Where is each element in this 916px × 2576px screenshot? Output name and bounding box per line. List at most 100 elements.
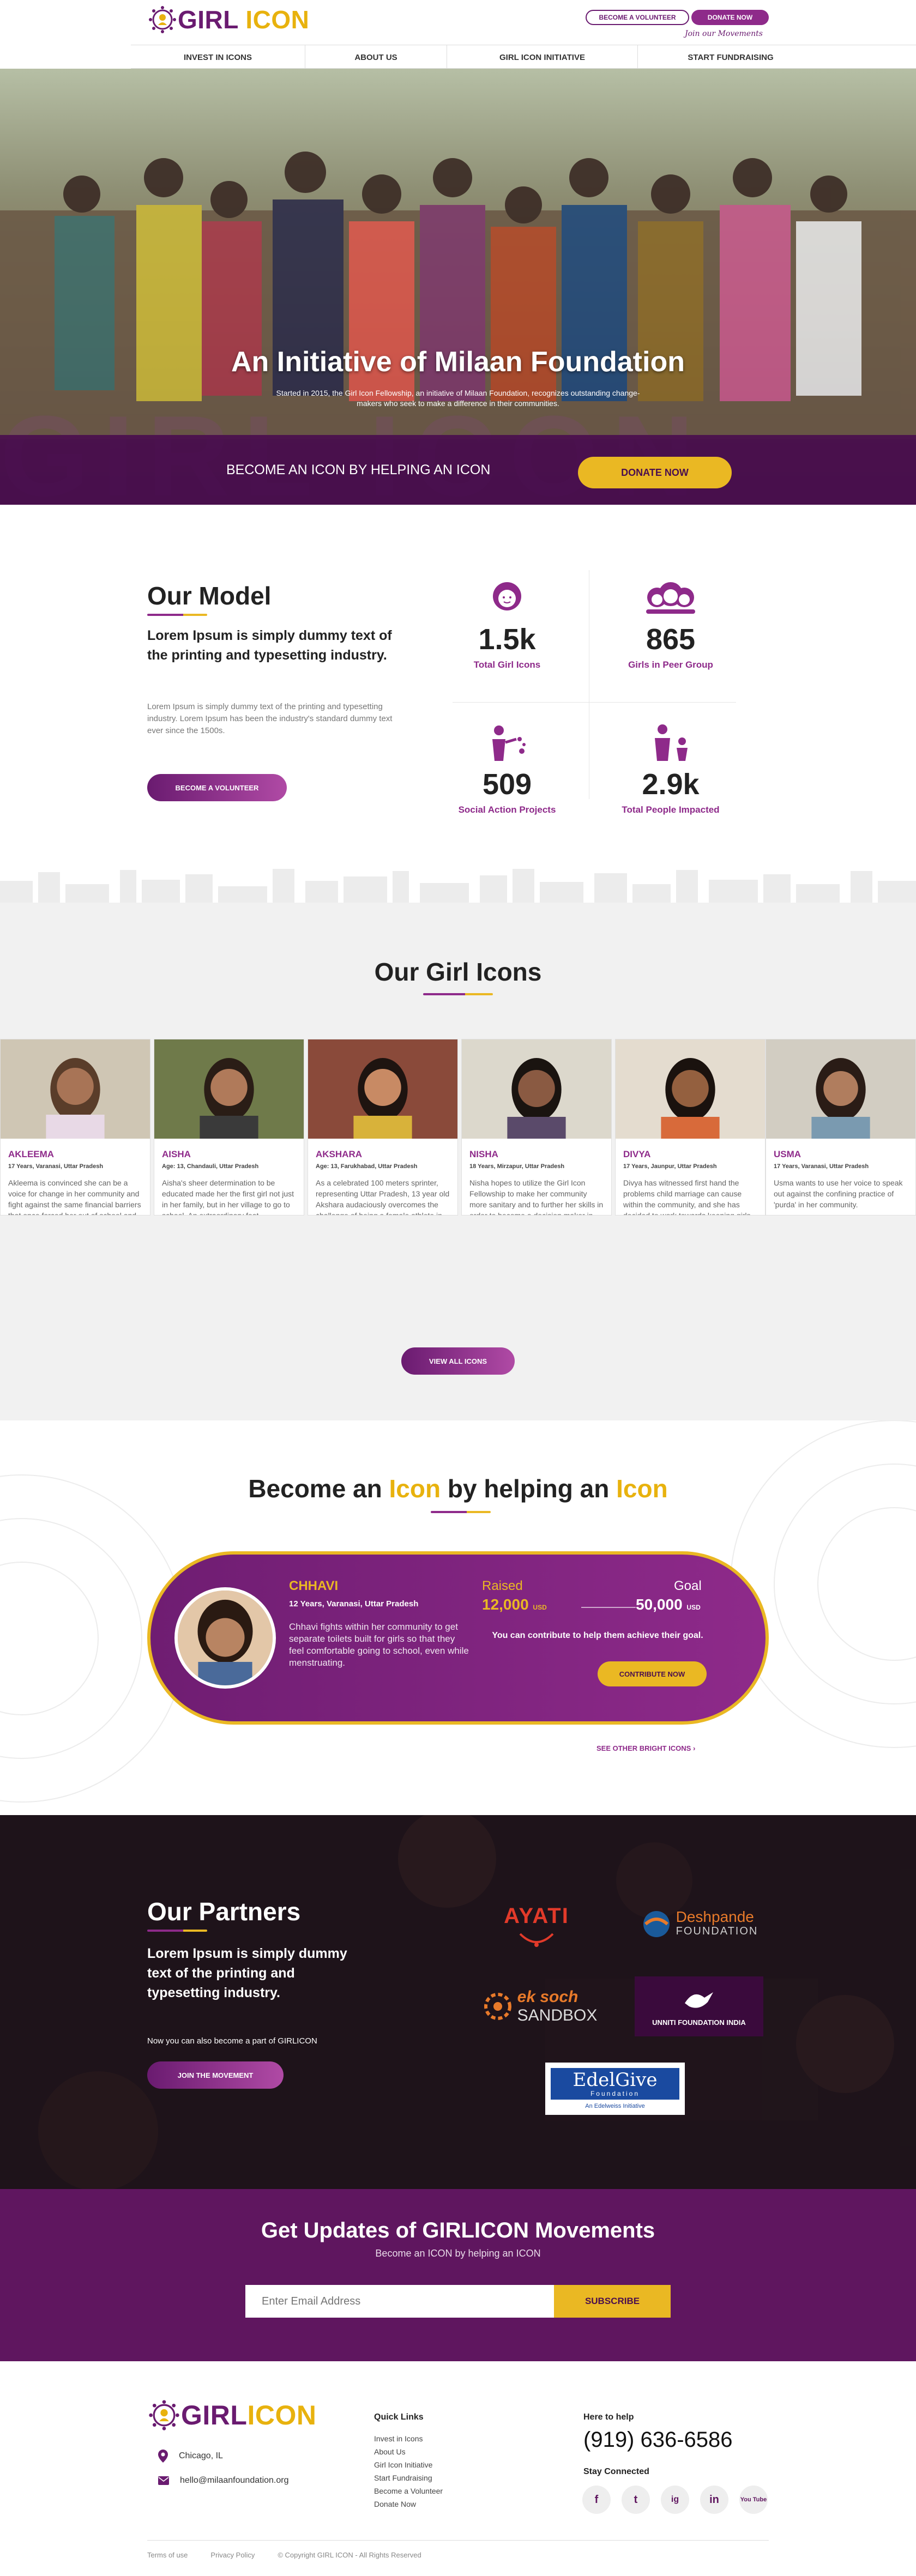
ayati-swirl-icon	[519, 1933, 554, 1947]
nav-about-us[interactable]: About Us	[305, 45, 447, 69]
partner-logo-deshpande[interactable]: Deshpande FOUNDATION	[631, 1902, 768, 1946]
join-movements-link[interactable]: Join our Movements	[685, 29, 763, 38]
girl-icon-card[interactable]: NISHA 18 Years, Mirzapur, Uttar Pradesh …	[461, 1039, 612, 1216]
nav-start-fundraising[interactable]: Start Fundraising	[638, 45, 823, 69]
quick-links-title: Quick Links	[374, 2412, 424, 2422]
girl-icon-card[interactable]: AKSHARA Age: 13, Farukhabad, Uttar Prade…	[308, 1039, 458, 1216]
hero-banner: GIRL ICON An Initiative of Milaan Founda…	[0, 69, 916, 505]
ek-soch-gear-icon	[484, 1993, 511, 2020]
privacy-link[interactable]: Privacy Policy	[210, 2551, 255, 2559]
stat-label: Total People Impacted	[622, 805, 720, 815]
raised-amount: 12,000	[482, 1596, 529, 1613]
quick-link-invest-in-icons[interactable]: Invest in Icons	[374, 2434, 443, 2447]
footer-logo[interactable]: GIRLICON	[147, 2398, 316, 2432]
facebook-icon[interactable]: f	[582, 2486, 611, 2514]
group-icon	[646, 582, 695, 614]
ek-soch-text: ek soch	[517, 1988, 578, 2006]
twitter-icon[interactable]: t	[622, 2486, 650, 2514]
contribute-now-button[interactable]: Contribute Now	[598, 1661, 707, 1686]
campaign-name: CHHAVI	[289, 1579, 339, 1593]
hero-subtitle: Started in 2015, the Girl Icon Fellowshi…	[276, 389, 640, 408]
quick-link-about-us[interactable]: About Us	[374, 2447, 443, 2460]
our-model-lead: Lorem Ipsum is simply dummy text of the …	[147, 628, 392, 663]
partner-logo-ek-soch[interactable]: ek soch SANDBOX	[477, 1982, 602, 2031]
email-input[interactable]	[245, 2285, 554, 2318]
logo-text-girl: GIRL	[178, 5, 239, 34]
stat-value: 865	[646, 623, 696, 656]
partner-logo-unniti[interactable]: UNNITI FOUNDATION INDIA	[635, 1976, 763, 2036]
our-model-body: Lorem Ipsum is simply dummy text of the …	[147, 702, 393, 735]
unniti-bird-icon	[685, 1992, 713, 2008]
chevron-right-icon: ›	[692, 1744, 696, 1752]
legal-links: Terms of use Privacy Policy © Copyright …	[147, 2551, 421, 2559]
logo-emblem-icon	[149, 6, 176, 33]
girl-icon-card[interactable]: USMA 17 Years, Varanasi, Uttar Pradesh U…	[766, 1039, 916, 1216]
newsletter-section: Get Updates of GIRLICON Movements Become…	[0, 2189, 916, 2361]
map-pin-icon	[158, 2450, 168, 2463]
edelgive-tagline: An Edelweiss Initiative	[585, 2103, 645, 2109]
our-partners-lead: Lorem Ipsum is simply dummy text of the …	[147, 1946, 347, 2000]
girl-icon-meta: 17 Years, Jaunpur, Uttar Pradesh	[623, 1163, 717, 1170]
quick-link-girl-icon-initiative[interactable]: Girl Icon Initiative	[374, 2460, 443, 2474]
currency: USD	[686, 1604, 701, 1611]
terms-link[interactable]: Terms of use	[147, 2551, 188, 2559]
footer-location: Chicago, IL	[158, 2450, 223, 2463]
girl-icon-name: AISHA	[162, 1149, 191, 1159]
partner-logo-edelgive[interactable]: EdelGive Foundation An Edelweiss Initiat…	[545, 2063, 685, 2115]
our-model-title: Our Model	[147, 582, 272, 610]
title-part-highlight: Icon	[616, 1474, 668, 1503]
partner-logo-ayati[interactable]: AYATI	[498, 1897, 575, 1957]
donate-now-button[interactable]: Donate Now	[691, 10, 769, 25]
see-other-icons-link[interactable]: See Other Bright Icons ›	[596, 1744, 695, 1752]
currency: USD	[533, 1604, 547, 1611]
footer-email[interactable]: hello@milaanfoundation.org	[158, 2476, 288, 2486]
youtube-icon[interactable]: You Tube	[739, 2486, 768, 2514]
newsletter-subtitle: Become an ICON by helping an ICON	[375, 2248, 541, 2259]
location-text: Chicago, IL	[179, 2451, 223, 2460]
quick-link-start-fundraising[interactable]: Start Fundraising	[374, 2474, 443, 2487]
girl-icon-name: NISHA	[469, 1149, 498, 1159]
become-volunteer-button[interactable]: Become a Volunteer	[586, 10, 689, 25]
girl-icon-card[interactable]: AKLEEMA 17 Years, Varanasi, Uttar Prades…	[0, 1039, 150, 1216]
stat-total-people-impacted: 2.9k Total People Impacted	[600, 723, 742, 815]
ek-soch-subtext: SANDBOX	[517, 2006, 598, 2024]
girl-icon-card[interactable]: DIVYA 17 Years, Jaunpur, Uttar Pradesh D…	[615, 1039, 766, 1216]
stay-connected-title: Stay Connected	[583, 2467, 649, 2476]
quick-link-become-a-volunteer[interactable]: Become a Volunteer	[374, 2487, 443, 2500]
ayati-text: AYATI	[504, 1903, 569, 1928]
linkedin-icon[interactable]: in	[700, 2486, 728, 2514]
edelgive-subtext: Foundation	[590, 2090, 640, 2097]
site-footer: GIRLICON Chicago, IL hello@milaanfoundat…	[0, 2361, 916, 2576]
people-icon	[655, 724, 688, 761]
hero-donate-button[interactable]: Donate Now	[578, 457, 732, 488]
join-the-movement-button[interactable]: Join the Movement	[147, 2061, 284, 2089]
view-all-icons-button[interactable]: View All Icons	[401, 1347, 515, 1375]
help-title: Here to help	[583, 2412, 634, 2422]
girl-icon-name: AKSHARA	[316, 1149, 362, 1159]
deshpande-subtext: FOUNDATION	[676, 1925, 758, 1937]
subscribe-button[interactable]: Subscribe	[554, 2285, 671, 2318]
title-part-highlight: Icon	[389, 1474, 441, 1503]
deshpande-globe-icon	[643, 1911, 670, 1937]
become-volunteer-button[interactable]: Become a Volunteer	[147, 774, 287, 801]
girl-icon-description: Akleema is convinced she can be a voice …	[8, 1178, 141, 1216]
nav-girl-icon-initiative[interactable]: Girl Icon Initiative	[447, 45, 638, 69]
girl-portrait	[616, 1039, 765, 1139]
stats-divider	[453, 702, 736, 703]
nav-invest-in-icons[interactable]: Invest in Icons	[131, 45, 305, 69]
campaign-description: Chhavi fights within her community to ge…	[289, 1622, 469, 1668]
girl-icon-card[interactable]: AISHA Age: 13, Chandauli, Uttar Pradesh …	[154, 1039, 304, 1216]
phone-number[interactable]: (919) 636-6586	[583, 2428, 733, 2452]
girl-icon-name: USMA	[774, 1149, 801, 1159]
join-note: Now you can also become a part of GIRLIC…	[147, 2036, 317, 2046]
logo-emblem-icon	[149, 2400, 179, 2430]
instagram-icon[interactable]: ig	[661, 2486, 689, 2514]
stat-girls-in-peer-group: 865 Girls in Peer Group	[600, 578, 742, 670]
girl-portrait	[462, 1039, 611, 1139]
stat-value: 2.9k	[642, 768, 700, 801]
progress-line	[581, 1607, 636, 1608]
stat-value: 509	[482, 768, 532, 801]
girl-icon-cards: AKLEEMA 17 Years, Varanasi, Uttar Prades…	[0, 1039, 916, 1219]
quick-link-donate-now[interactable]: Donate Now	[374, 2500, 443, 2513]
site-logo[interactable]: GIRL ICON	[147, 4, 309, 35]
